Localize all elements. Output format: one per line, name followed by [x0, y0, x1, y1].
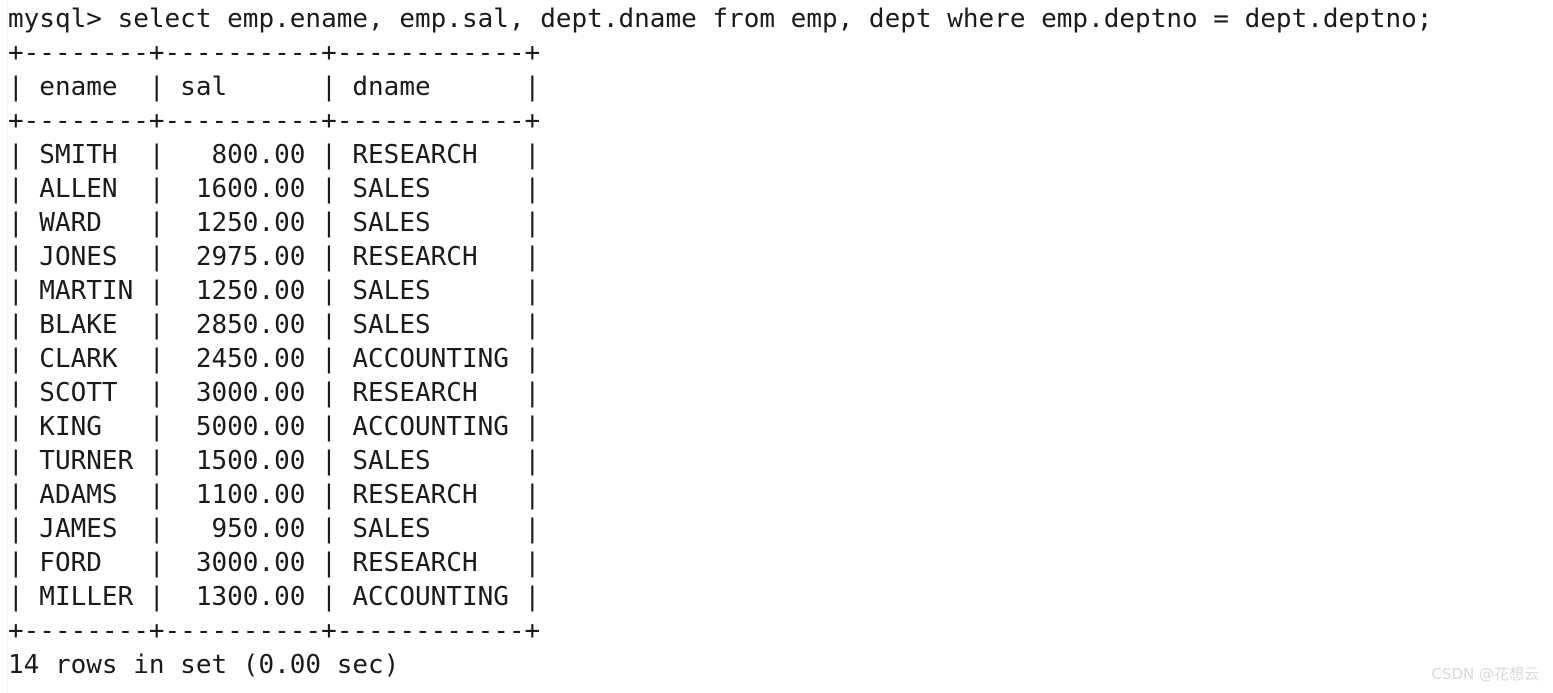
csdn-watermark: CSDN @花想云: [1431, 665, 1539, 683]
table-row: | MARTIN | 1250.00 | SALES |: [8, 276, 541, 306]
table-row: | BLAKE | 2850.00 | SALES |: [8, 310, 541, 340]
terminal-left-gutter: [0, 0, 8, 693]
table-header-row: | ename | sal | dname |: [8, 72, 541, 102]
mysql-prompt-line: mysql> select emp.ename, emp.sal, dept.d…: [8, 4, 1433, 34]
table-row: | MILLER | 1300.00 | ACCOUNTING |: [8, 582, 541, 612]
table-row: | JONES | 2975.00 | RESEARCH |: [8, 242, 541, 272]
table-row: | SMITH | 800.00 | RESEARCH |: [8, 140, 541, 170]
table-border-top: +--------+----------+------------+: [8, 38, 541, 68]
table-body: | SMITH | 800.00 | RESEARCH | | ALLEN | 1…: [8, 138, 1553, 614]
table-row: | ADAMS | 1100.00 | RESEARCH |: [8, 480, 541, 510]
table-row: | ALLEN | 1600.00 | SALES |: [8, 174, 541, 204]
table-row: | CLARK | 2450.00 | ACCOUNTING |: [8, 344, 541, 374]
table-row: | TURNER | 1500.00 | SALES |: [8, 446, 541, 476]
table-row: | SCOTT | 3000.00 | RESEARCH |: [8, 378, 541, 408]
result-summary-line: 14 rows in set (0.00 sec): [8, 650, 400, 680]
table-row: | KING | 5000.00 | ACCOUNTING |: [8, 412, 541, 442]
table-border-bottom: +--------+----------+------------+: [8, 616, 541, 646]
mysql-terminal-output[interactable]: mysql> select emp.ename, emp.sal, dept.d…: [8, 0, 1553, 693]
table-row: | WARD | 1250.00 | SALES |: [8, 208, 541, 238]
table-row: | FORD | 3000.00 | RESEARCH |: [8, 548, 541, 578]
table-border-mid: +--------+----------+------------+: [8, 106, 541, 136]
table-row: | JAMES | 950.00 | SALES |: [8, 514, 541, 544]
